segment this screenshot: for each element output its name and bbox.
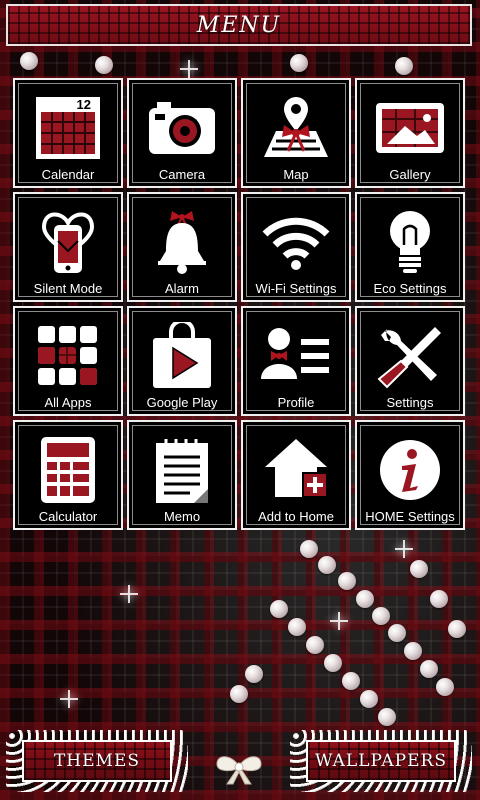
menu-title: MENU [196, 12, 282, 38]
calendar-icon: 12 [32, 92, 104, 164]
memo-icon [146, 434, 218, 506]
tile-label: Calculator [38, 509, 98, 524]
wallpapers-button-frame: WALLPAPERS [306, 740, 456, 782]
calendar-number: 12 [77, 97, 91, 112]
tile-label: Silent Mode [33, 281, 103, 296]
tile-eco-settings[interactable]: Eco Settings [355, 192, 465, 302]
tile-label: Eco Settings [373, 281, 447, 296]
settings-tools-icon [374, 320, 446, 392]
tile-wifi-settings[interactable]: Wi-Fi Settings [241, 192, 351, 302]
wifi-icon [260, 206, 332, 278]
tile-label: Wi-Fi Settings [255, 281, 337, 296]
wallpapers-button[interactable]: WALLPAPERS [290, 730, 472, 792]
tile-map[interactable]: Map [241, 78, 351, 188]
tile-silent-mode[interactable]: Silent Mode [13, 192, 123, 302]
google-play-icon [146, 320, 218, 392]
tile-label: Memo [163, 509, 201, 524]
tile-settings[interactable]: Settings [355, 306, 465, 416]
tile-label: All Apps [44, 395, 92, 410]
tile-label: Map [283, 167, 309, 182]
tile-label: HOME Settings [365, 509, 455, 524]
tile-google-play[interactable]: Google Play [127, 306, 237, 416]
silent-mode-icon [32, 206, 104, 278]
add-to-home-icon [260, 434, 332, 506]
tile-memo[interactable]: Memo [127, 420, 237, 530]
tile-label: Alarm [165, 281, 199, 296]
ribbon-bow-icon [216, 756, 262, 785]
tile-add-to-home[interactable]: Add to Home [241, 420, 351, 530]
gallery-icon [374, 92, 446, 164]
tile-alarm[interactable]: Alarm [127, 192, 237, 302]
themes-label: THEMES [53, 751, 141, 771]
wallpapers-label: WALLPAPERS [315, 751, 447, 771]
tile-gallery[interactable]: Gallery [355, 78, 465, 188]
tile-label: Settings [386, 395, 434, 410]
tile-calendar[interactable]: 12 Calendar [13, 78, 123, 188]
tile-label: Calendar [41, 167, 95, 182]
map-icon [260, 92, 332, 164]
app-grid: 12 Calendar Camera Map Gallery Silent Mo… [13, 78, 467, 530]
all-apps-grid-icon [32, 320, 104, 392]
tile-label: Gallery [389, 167, 431, 182]
lightbulb-icon [374, 206, 446, 278]
tile-profile[interactable]: Profile [241, 306, 351, 416]
alarm-bell-icon [146, 206, 218, 278]
tile-calculator[interactable]: Calculator [13, 420, 123, 530]
themes-button-frame: THEMES [22, 740, 172, 782]
tile-camera[interactable]: Camera [127, 78, 237, 188]
camera-icon [146, 92, 218, 164]
themes-button[interactable]: THEMES [6, 730, 188, 792]
tile-label: Camera [158, 167, 206, 182]
profile-icon [260, 320, 332, 392]
tile-label: Google Play [146, 395, 218, 410]
tile-label: Add to Home [258, 509, 334, 524]
tile-all-apps[interactable]: All Apps [13, 306, 123, 416]
tile-home-settings[interactable]: HOME Settings [355, 420, 465, 530]
menu-header: MENU [6, 4, 472, 46]
tile-label: Profile [277, 395, 315, 410]
info-icon [374, 434, 446, 506]
calculator-icon [32, 434, 104, 506]
